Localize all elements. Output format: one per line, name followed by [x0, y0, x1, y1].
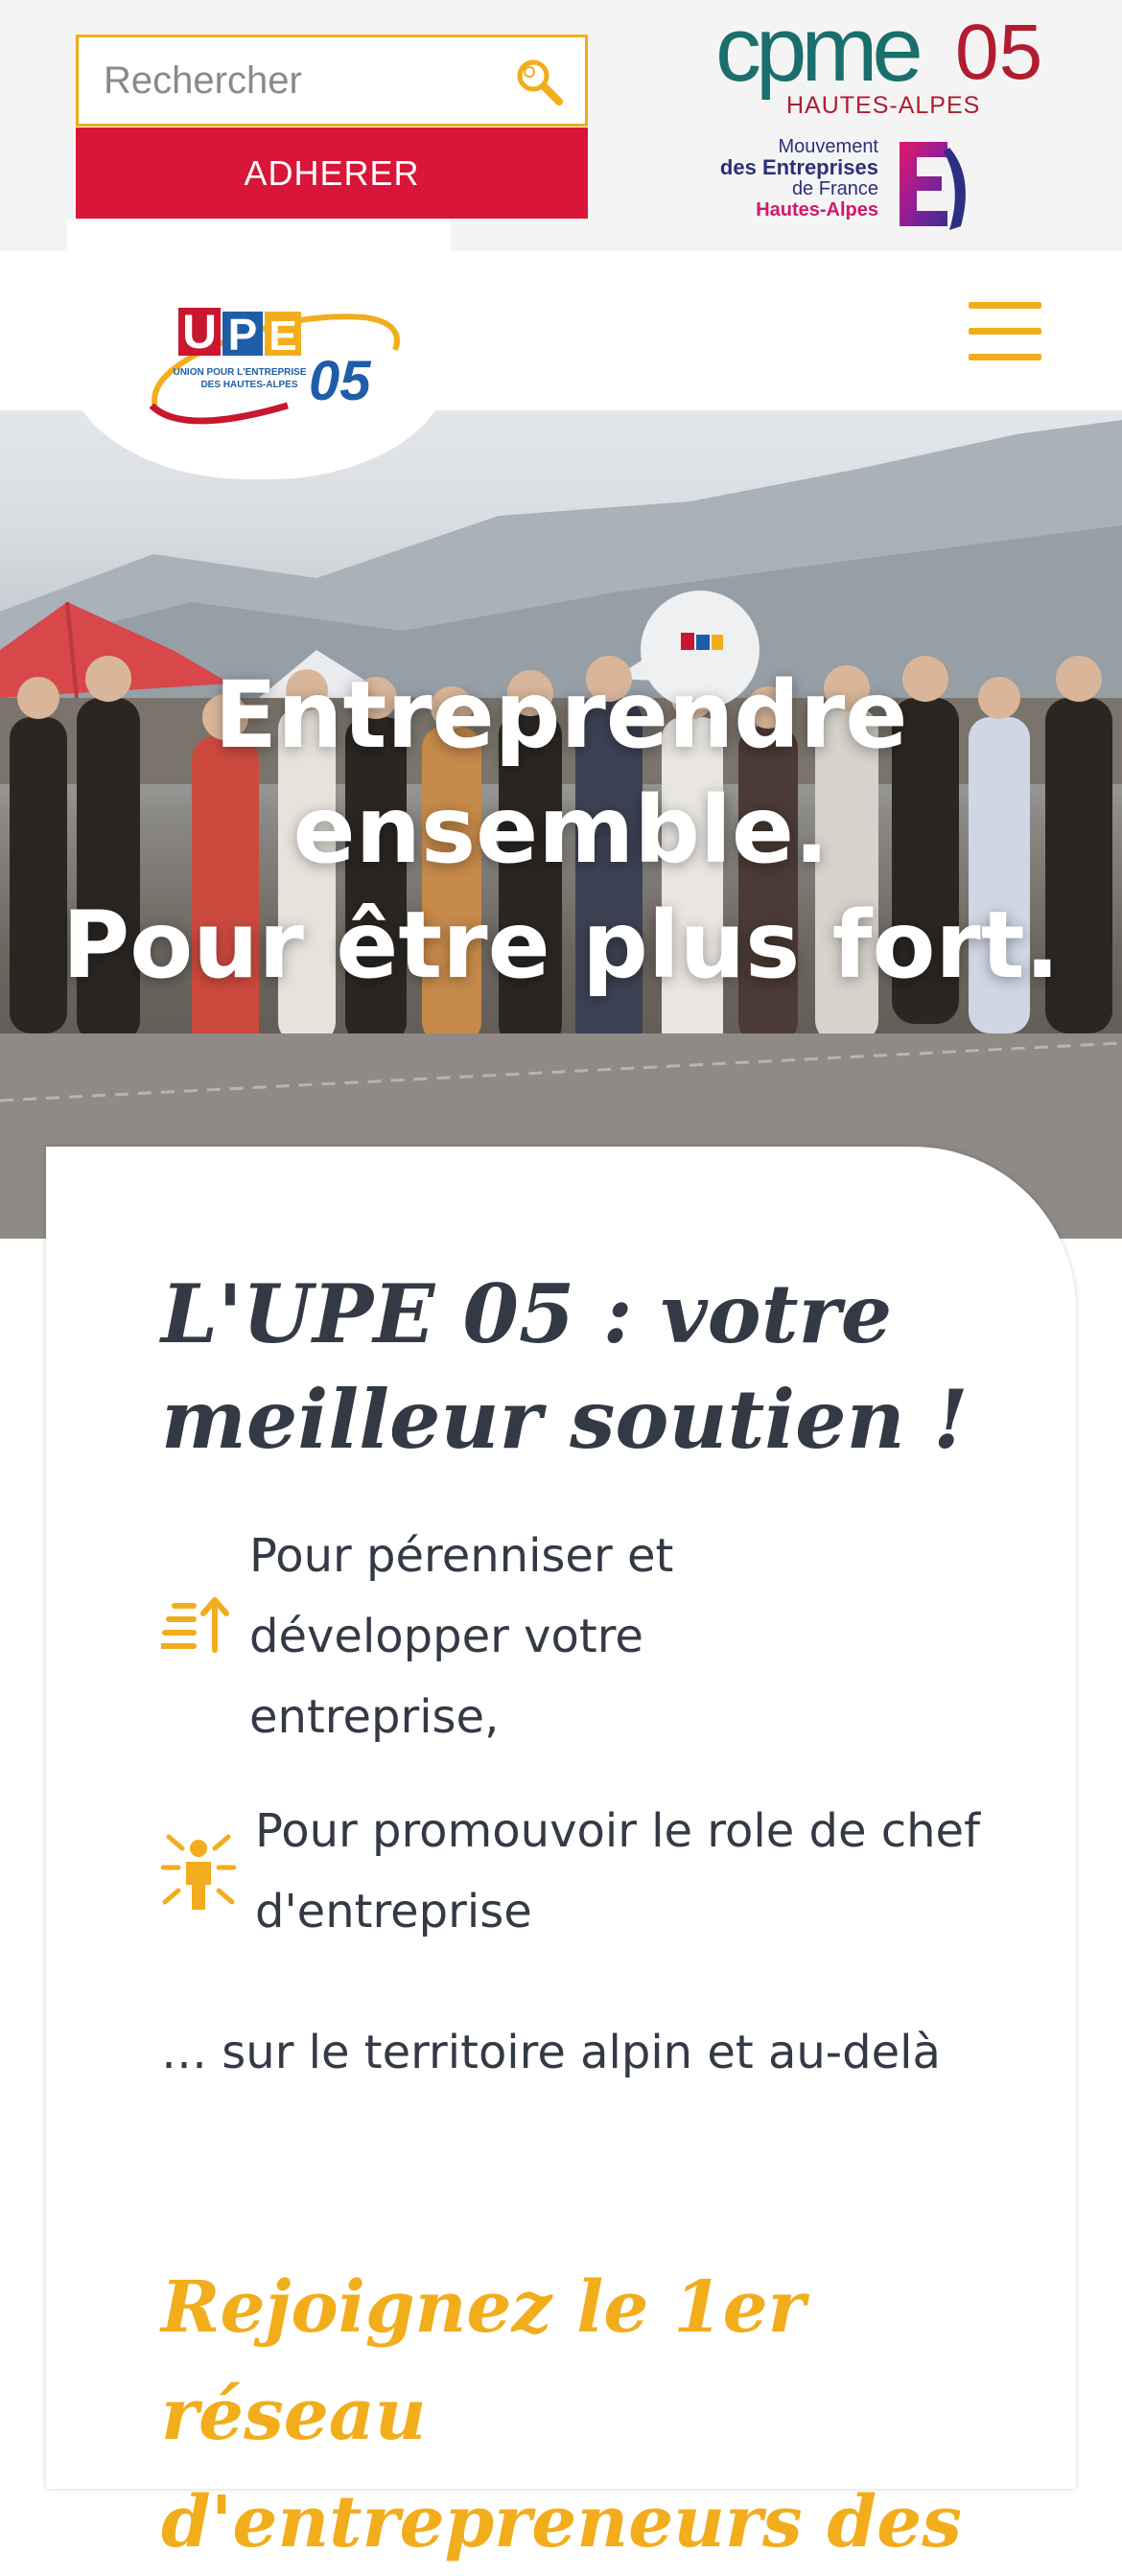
cpme-logo-subtitle: HAUTES-ALPES	[786, 92, 981, 119]
growth-arrow-icon	[161, 1597, 229, 1653]
benefit-item-promote: Pour promouvoir le role de chef d'entrep…	[161, 1791, 1024, 1963]
medef-line-4: Hautes-Alpes	[756, 199, 878, 220]
intro-title: L'UPE 05 : votre meilleur soutien !	[161, 1266, 969, 1467]
hero-title-line-2: ensemble.	[292, 777, 830, 884]
hero-title-line-1: Entreprendre	[214, 661, 908, 769]
hero-title-line-3: Pour être plus fort.	[61, 892, 1061, 999]
logo-letter-p: P	[228, 310, 258, 360]
medef-logo-text: Mouvement des Entreprises de France Haut…	[720, 136, 878, 220]
search-box[interactable]	[76, 35, 588, 127]
benefit-text-promote: Pour promouvoir le role de chef d'entrep…	[255, 1804, 980, 1938]
cpme-logo[interactable]: cpme 05 HAUTES-ALPES	[715, 4, 1051, 121]
cta-title: Rejoignez le 1er réseau d'entrepreneurs …	[161, 2266, 962, 2564]
cpme-logo-word: cpme	[715, 0, 923, 101]
medef-line-3: de France	[791, 178, 878, 199]
menu-bar	[969, 302, 1041, 309]
search-icon[interactable]	[514, 57, 564, 106]
logo-letter-u: U	[182, 305, 217, 359]
benefit-item-grow: Pour pérenniser et développer votre entr…	[161, 1516, 1024, 1765]
top-utility-bar: ADHERER cpme 05 HAUTES-ALPES Mouvement d…	[0, 0, 1122, 251]
hero-title: Entreprendre ensemble. Pour être plus fo…	[0, 658, 1122, 1003]
intro-card: L'UPE 05 : votre meilleur soutien ! Pour…	[46, 1147, 1076, 2564]
logo-tagline-2: DES HAUTES-ALPES	[200, 380, 297, 390]
logo-tagline-1: UNION POUR L'ENTREPRISE	[173, 367, 306, 378]
hero-banner: Entreprendre ensemble. Pour être plus fo…	[0, 410, 1122, 1239]
search-input[interactable]	[79, 37, 481, 124]
hamburger-menu-icon[interactable]	[969, 302, 1041, 361]
upe05-logo[interactable]: U P E 05 UNION POUR L'ENTREPRISE DES HAU…	[144, 292, 403, 436]
logo-number: 05	[309, 350, 371, 412]
menu-bar	[969, 328, 1041, 335]
medef-e-icon	[900, 142, 966, 230]
logo-letter-e: E	[269, 313, 296, 360]
adherer-button[interactable]: ADHERER	[76, 128, 588, 219]
menu-bar	[969, 354, 1041, 360]
cpme-logo-number: 05	[955, 9, 1043, 96]
medef-line-2: des Entreprises	[719, 155, 878, 179]
intro-closing-text: … sur le territoire alpin et au-delà	[161, 2026, 941, 2079]
leader-person-icon	[161, 1834, 236, 1910]
medef-line-1: Mouvement	[778, 136, 879, 157]
benefit-text-grow: Pour pérenniser et développer votre entr…	[249, 1529, 674, 1744]
medef-logo[interactable]: Mouvement des Entreprises de France Haut…	[715, 136, 974, 232]
